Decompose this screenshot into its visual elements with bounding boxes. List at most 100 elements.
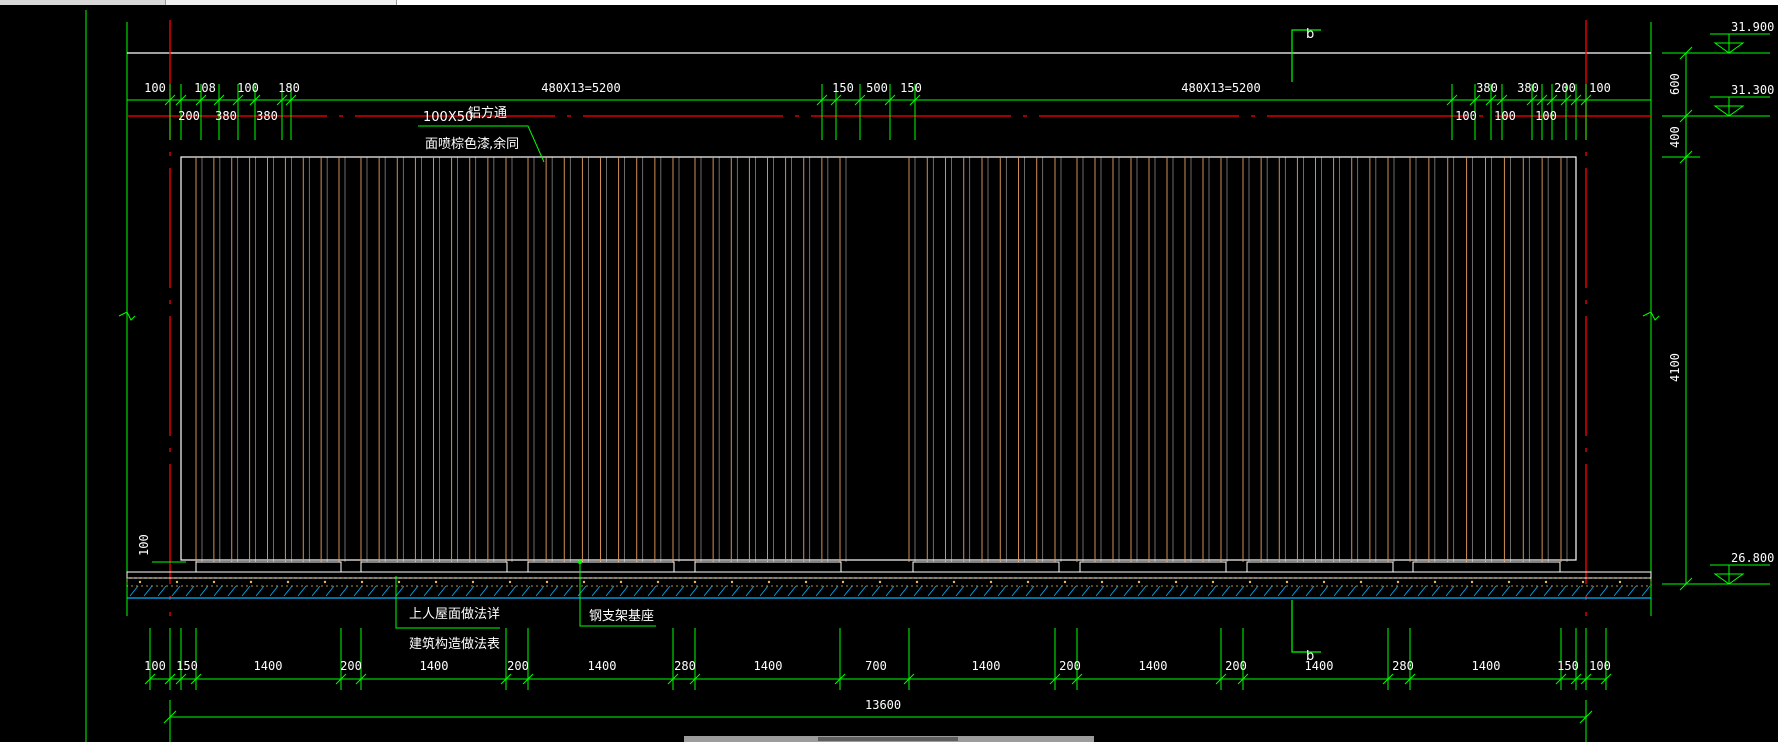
hatch-line — [1011, 585, 1021, 597]
hatch-line — [479, 585, 489, 597]
hatch-line — [507, 585, 517, 597]
svg-text:26.800: 26.800 — [1731, 551, 1774, 565]
bottom-dim-label: 280 — [674, 659, 696, 673]
right-dim-label-4100: 4100 — [1668, 353, 1682, 382]
aggregate-dot — [915, 580, 919, 584]
hatch-line — [1347, 585, 1357, 597]
hatch-line — [1641, 585, 1651, 597]
aggregate-dot — [249, 580, 253, 584]
aggregate-dot — [1470, 580, 1474, 584]
horizontal-scrollbar[interactable] — [684, 736, 1094, 742]
aggregate-dot — [989, 580, 993, 584]
bottom-dim-label: 700 — [865, 659, 887, 673]
aggregate-dot — [1137, 580, 1141, 584]
hatch-line — [955, 585, 965, 597]
hatch-line — [213, 585, 223, 597]
annotation-finish: 面喷棕色漆 — [425, 136, 490, 152]
hatch-line — [871, 585, 881, 597]
aggregate-dot — [619, 580, 623, 584]
hatch-line — [521, 585, 531, 597]
hatch-line — [1529, 585, 1539, 597]
hatch-line — [1039, 585, 1049, 597]
top-dim-label: 100 — [237, 81, 259, 95]
hatch-line — [927, 585, 937, 597]
hatch-line — [1389, 585, 1399, 597]
hatch-line — [1137, 585, 1147, 597]
hatch-line — [311, 585, 321, 597]
aggregate-dot — [508, 580, 512, 584]
top-dimension-labels-row1: 100 108 100 180 480X13=5200 150 500 150 480X13=5… — [144, 81, 1611, 95]
hatch-line — [1109, 585, 1119, 597]
aggregate-dot — [1581, 580, 1585, 584]
aggregate-dot — [952, 580, 956, 584]
hatch-line — [297, 585, 307, 597]
bottom-dim-label: 200 — [340, 659, 362, 673]
annotation-roof-ref-2: 建筑构造做法表 — [409, 636, 500, 652]
hatch-line — [717, 585, 727, 597]
bottom-dimension-labels: 100 150 1400 200 1400 200 1400 280 1400 700 1400 20… — [144, 659, 1611, 673]
aggregate-dot — [841, 580, 845, 584]
hatch-line — [773, 585, 783, 597]
bottom-dim-label: 1400 — [1139, 659, 1168, 673]
hatch-line — [1333, 585, 1343, 597]
annotation-steel-base: 钢支架基座 — [589, 609, 654, 624]
horizontal-scrollbar-thumb[interactable] — [818, 737, 958, 741]
hatch-line — [185, 585, 195, 597]
hatch-line — [1179, 585, 1189, 597]
aggregate-dot — [804, 580, 808, 584]
hatch-line — [661, 585, 671, 597]
aggregate-dot — [138, 580, 142, 584]
hatch-line — [1067, 585, 1077, 597]
aggregate-dot — [397, 580, 401, 584]
aggregate-dot — [1100, 580, 1104, 584]
elevation-marker-31300: 31.300 — [1710, 83, 1774, 117]
hatch-line — [171, 585, 181, 597]
hatch-line — [787, 585, 797, 597]
hatch-line — [703, 585, 713, 597]
hatch-line — [731, 585, 741, 597]
aggregate-dot — [1322, 580, 1326, 584]
steel-base — [1246, 561, 1394, 573]
top-dim-label: 180 — [278, 81, 300, 95]
hatch-line — [801, 585, 811, 597]
hatch-line — [675, 585, 685, 597]
base-offset-label: 100 — [137, 534, 151, 556]
aggregate-dot — [1618, 580, 1622, 584]
top-dim-label: 480X13=5200 — [541, 81, 620, 95]
bottom-dim-label: 150 — [176, 659, 198, 673]
hatch-line — [815, 585, 825, 597]
svg-text:31.900: 31.900 — [1731, 20, 1774, 34]
bottom-dim-label: 1400 — [754, 659, 783, 673]
annotation-member-size: 100X50 — [423, 110, 473, 125]
hatch-line — [1585, 585, 1595, 597]
hatch-line — [941, 585, 951, 597]
aggregate-dot — [360, 580, 364, 584]
elevation-marker-31900: 31.900 — [1710, 20, 1774, 54]
aggregate-dot — [175, 580, 179, 584]
bottom-dim-label: 100 — [1589, 659, 1611, 673]
hatch-line — [745, 585, 755, 597]
hatch-line — [647, 585, 657, 597]
elevation-marker-26800: 26.800 — [1710, 551, 1774, 585]
steel-base — [360, 561, 508, 573]
bottom-dim-label: 200 — [1225, 659, 1247, 673]
hatch-line — [563, 585, 573, 597]
hatch-line — [1445, 585, 1455, 597]
aggregate-dot — [323, 580, 327, 584]
hatch-line — [1291, 585, 1301, 597]
hatch-line — [1025, 585, 1035, 597]
hatch-line — [1151, 585, 1161, 597]
annotation-leader-base-dot — [578, 560, 582, 564]
hatch-line — [1473, 585, 1483, 597]
cad-drawing-canvas[interactable]: 100 108 100 180 480X13=5200 150 500 150 480X13=5… — [0, 0, 1778, 742]
hatch-line — [591, 585, 601, 597]
bottom-dim-label: 150 — [1557, 659, 1579, 673]
aggregate-dot — [286, 580, 290, 584]
top-dim-label: 100 — [144, 81, 166, 95]
hatch-line — [353, 585, 363, 597]
hatch-line — [227, 585, 237, 597]
top-dim-label: 500 — [866, 81, 888, 95]
hatch-line — [1375, 585, 1385, 597]
top-dim-label-row2: 100 — [1535, 109, 1557, 123]
steel-base — [527, 561, 675, 573]
